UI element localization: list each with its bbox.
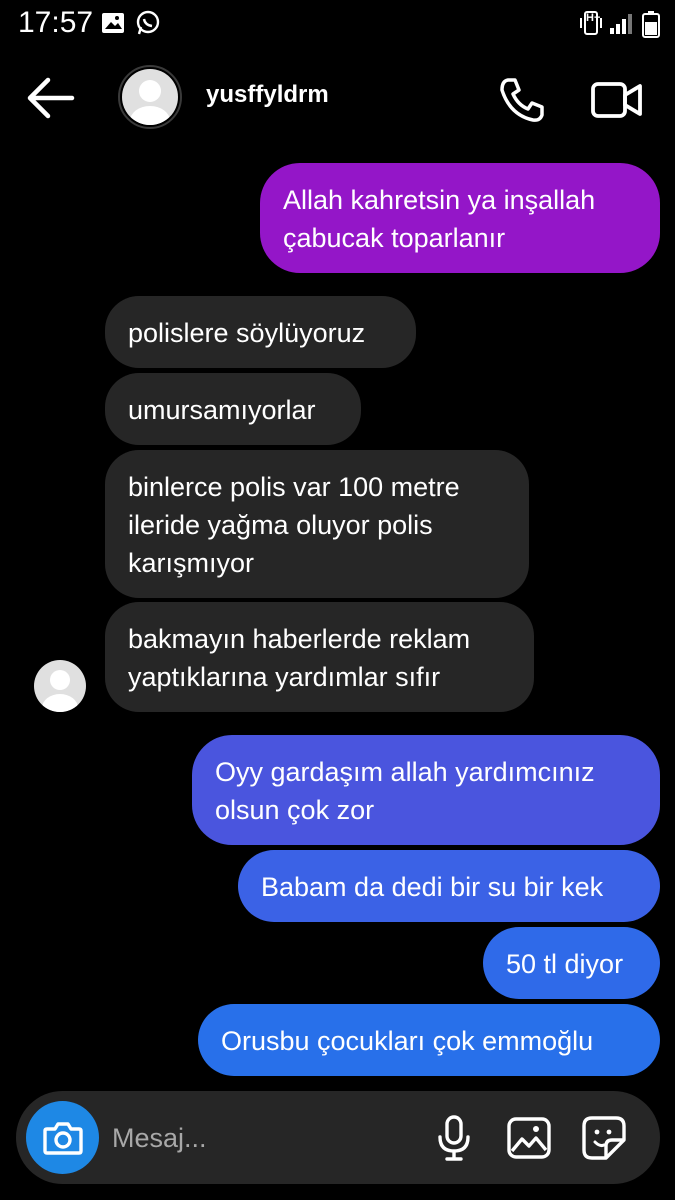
message-composer	[16, 1091, 660, 1184]
message-sent[interactable]: 50 tl diyor	[483, 927, 660, 999]
camera-icon	[42, 1121, 83, 1155]
sticker-button[interactable]	[582, 1116, 626, 1165]
video-camera-icon	[591, 82, 642, 118]
sticker-icon	[582, 1116, 626, 1160]
back-button[interactable]	[26, 74, 78, 122]
message-received[interactable]: bakmayın haberlerde reklam yaptıklarına …	[105, 602, 534, 712]
message-received[interactable]: binlerce polis var 100 metre ileride yağ…	[105, 450, 529, 598]
status-time: 17:57	[18, 6, 94, 39]
message-received[interactable]: umursamıyorlar	[105, 373, 361, 445]
video-call-button[interactable]	[590, 78, 644, 122]
chat-username[interactable]: yusffyldrm	[206, 81, 329, 109]
profile-avatar[interactable]	[118, 65, 182, 129]
message-sent[interactable]: Orusbu çocukları çok emmoğlu	[198, 1004, 660, 1076]
gallery-button[interactable]	[507, 1117, 551, 1164]
message-sent[interactable]: Babam da dedi bir su bir kek	[238, 850, 660, 922]
phone-icon	[500, 78, 544, 122]
message-input[interactable]	[112, 1113, 412, 1163]
message-sent[interactable]: Allah kahretsin ya inşallah çabucak topa…	[260, 163, 660, 273]
sender-avatar[interactable]	[34, 660, 86, 712]
battery-icon	[642, 10, 660, 43]
message-sent[interactable]: Oyy gardaşım allah yardımcınız olsun çok…	[192, 735, 660, 845]
voice-message-button[interactable]	[436, 1115, 472, 1166]
avatar-placeholder	[34, 660, 86, 712]
avatar-placeholder	[122, 69, 178, 125]
back-arrow-icon	[27, 77, 75, 119]
chat-header: yusffyldrm	[0, 60, 675, 140]
gallery-notification-icon	[101, 12, 125, 39]
camera-button[interactable]	[26, 1101, 99, 1174]
microphone-icon	[438, 1115, 470, 1161]
voice-call-button[interactable]	[496, 75, 546, 125]
signal-icon	[608, 12, 634, 41]
network-type-label: H+	[586, 12, 601, 24]
status-bar: 17:57 H+	[0, 0, 675, 48]
message-received[interactable]: polislere söylüyoruz	[105, 296, 416, 368]
gallery-icon	[507, 1117, 551, 1159]
whatsapp-icon	[135, 10, 161, 41]
